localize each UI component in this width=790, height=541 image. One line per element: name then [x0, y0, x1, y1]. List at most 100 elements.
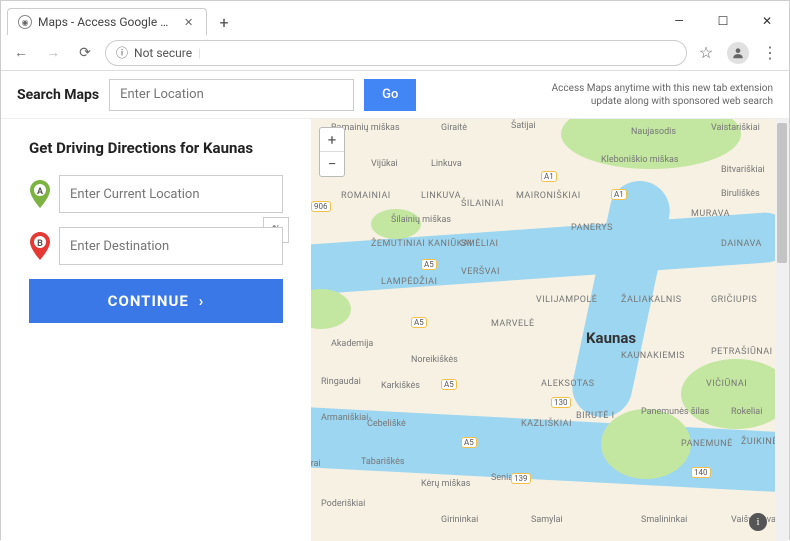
district-label: ŽEMUTINIAI KANIŪKAI: [371, 239, 472, 249]
district-label: Šilainių miškas: [391, 215, 451, 225]
window-controls: — ☐ ✕: [657, 7, 789, 35]
svg-text:A: A: [37, 187, 44, 197]
district-label: MURAVA: [691, 209, 730, 219]
reload-button[interactable]: ⟳: [73, 41, 97, 65]
close-button[interactable]: ✕: [745, 7, 789, 35]
origin-input[interactable]: [59, 175, 283, 213]
continue-button[interactable]: CONTINUE ›: [29, 279, 283, 323]
district-label: Tabariškės: [361, 457, 405, 467]
browser-menu-icon[interactable]: ⋮: [759, 42, 781, 64]
maximize-button[interactable]: ☐: [701, 7, 745, 35]
profile-avatar-icon[interactable]: [727, 42, 749, 64]
district-label: Pažėrai: [311, 459, 321, 469]
district-label: Biruliškės: [721, 189, 760, 199]
district-label: DAINAVA: [721, 239, 762, 249]
forward-button[interactable]: →: [41, 41, 65, 65]
road-shield: A1: [541, 171, 557, 182]
district-label: GRIČIUPIS: [711, 295, 757, 305]
road-shield: A1: [611, 189, 627, 200]
destination-row: B: [29, 227, 283, 265]
zoom-in-button[interactable]: +: [320, 128, 344, 152]
back-button[interactable]: ←: [9, 41, 33, 65]
separator: |: [198, 46, 201, 60]
pin-b-icon: B: [29, 231, 51, 261]
go-button[interactable]: Go: [364, 79, 416, 111]
map-info-icon[interactable]: i: [749, 513, 767, 531]
browser-titlebar: ◉ Maps - Access Google Maps Dri... ✕ + —…: [1, 1, 789, 35]
district-label: LINKUVA: [421, 191, 461, 201]
district-label: Čebeliškė: [367, 419, 406, 429]
minimize-button[interactable]: —: [657, 7, 701, 35]
district-label: Poderiškiai: [321, 499, 365, 509]
district-label: KAZLIŠKIAI: [521, 419, 572, 429]
district-label: Bitvariškiai: [721, 165, 765, 175]
district-label: VIČIŪNAI: [706, 379, 747, 389]
globe-icon: ◉: [18, 15, 32, 29]
district-label: ŽALIAKALNIS: [621, 295, 682, 305]
svg-text:B: B: [37, 239, 43, 249]
district-label: Kleboniškio miškas: [601, 155, 679, 165]
district-label: KAUNAKIEMIS: [621, 351, 685, 361]
district-label: Panemunės šilas: [641, 407, 709, 417]
district-label: ŠILAINIAI: [461, 199, 504, 209]
road-shield: A5: [411, 317, 427, 328]
district-label: LAMPĖDŽIAI: [381, 277, 438, 287]
city-label: Kaunas: [586, 329, 636, 347]
tab-title: Maps - Access Google Maps Dri...: [38, 15, 178, 29]
district-label: Linkuva: [431, 159, 462, 169]
origin-row: A: [29, 175, 283, 213]
main-content: Get Driving Directions for Kaunas A ⇅ B …: [1, 119, 789, 541]
chevron-right-icon: ›: [199, 292, 205, 310]
district-label: VERŠVAI: [461, 267, 500, 277]
pin-a-icon: A: [29, 179, 51, 209]
close-icon[interactable]: ✕: [184, 16, 196, 28]
zoom-control: + −: [319, 127, 345, 177]
search-title: Search Maps: [17, 87, 99, 103]
district-label: Smalininkai: [641, 515, 687, 525]
new-tab-button[interactable]: +: [211, 9, 237, 35]
directions-heading: Get Driving Directions for Kaunas: [29, 139, 283, 157]
district-label: Karkiškės: [381, 381, 420, 391]
district-label: Giraitė: [441, 123, 467, 133]
district-label: VILIJAMPOLĖ: [536, 295, 597, 305]
browser-tab[interactable]: ◉ Maps - Access Google Maps Dri... ✕: [7, 8, 207, 35]
district-label: Samylai: [531, 515, 563, 525]
road-shield: A5: [421, 259, 437, 270]
district-label: ROMAINIAI: [341, 191, 391, 201]
zoom-out-button[interactable]: −: [320, 152, 344, 176]
vertical-scrollbar[interactable]: [775, 119, 789, 541]
destination-input[interactable]: [59, 227, 283, 265]
road-shield: 130: [551, 397, 571, 408]
security-label: Not secure: [134, 46, 192, 60]
road-shield: 139: [511, 473, 531, 484]
location-search-input[interactable]: [109, 79, 354, 111]
district-label: MARVELĖ: [491, 319, 535, 329]
district-label: Akademija: [331, 339, 373, 349]
district-label: Vaistariškiai: [711, 123, 760, 133]
district-label: Ringaudai: [321, 377, 361, 387]
district-label: MAIRONIŠKIAI: [516, 191, 581, 201]
district-label: Šatijai: [511, 121, 536, 131]
address-bar: ← → ⟳ ⓘ Not secure | ☆ ⋮: [1, 35, 789, 71]
bookmark-star-icon[interactable]: ☆: [695, 42, 717, 64]
map-area[interactable]: Kaunas Ramainių miškasGiraitėŠatijaiNauj…: [311, 119, 789, 541]
district-label: ŽUIKINĖ: [741, 437, 778, 447]
district-label: Girininkai: [441, 515, 478, 525]
district-label: PETRAŠIŪNAI: [711, 347, 773, 357]
info-icon: ⓘ: [116, 44, 128, 61]
district-label: Noreikiškės: [411, 355, 458, 365]
district-label: Vijūkai: [371, 159, 398, 169]
scrollbar-thumb[interactable]: [777, 123, 787, 263]
map-canvas[interactable]: Kaunas Ramainių miškasGiraitėŠatijaiNauj…: [311, 119, 789, 541]
road-shield: 140: [691, 467, 711, 478]
search-strip: Search Maps Go Access Maps anytime with …: [1, 71, 789, 119]
district-label: PANERYS: [571, 223, 613, 233]
district-label: SMĖLIAI: [461, 239, 499, 249]
promo-text: Access Maps anytime with this new tab ex…: [552, 82, 773, 108]
road-shield: 906: [311, 201, 331, 212]
district-label: BIRUTĖ I: [576, 411, 615, 421]
road-shield: A5: [441, 379, 457, 390]
district-label: PANEMUNĖ: [681, 439, 733, 449]
district-label: Naujasodis: [631, 127, 676, 137]
url-box[interactable]: ⓘ Not secure |: [105, 40, 687, 66]
